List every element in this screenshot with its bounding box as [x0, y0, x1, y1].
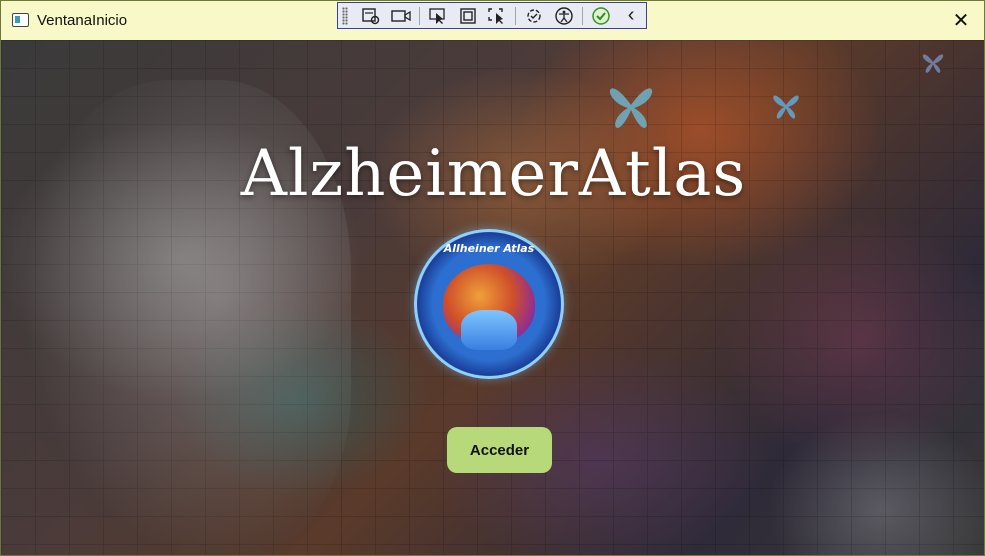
collapse-toolbar-button[interactable]: ‹	[616, 4, 646, 28]
debug-toolbar: ‹	[337, 2, 647, 29]
toolbar-separator	[582, 6, 584, 25]
display-layout-adorners-icon	[459, 7, 476, 24]
close-icon: ✕	[952, 10, 970, 32]
app-logo: Allheiner Atlas	[417, 232, 561, 376]
logo-text: Allheiner Atlas	[443, 242, 535, 255]
accessibility-icon	[555, 6, 573, 25]
hand-icon	[461, 310, 517, 350]
live-visual-tree-icon	[362, 7, 380, 24]
accessibility-button[interactable]	[549, 4, 579, 28]
display-adorners-button[interactable]	[453, 4, 483, 28]
video-record-icon	[391, 9, 411, 22]
video-record-button[interactable]	[386, 4, 416, 28]
window-title: VentanaInicio	[37, 12, 128, 29]
acceder-button[interactable]: Acceder	[447, 427, 552, 473]
butterfly-image	[922, 54, 944, 73]
toolbar-separator	[515, 6, 517, 25]
collapse-chevron-icon: ‹	[627, 4, 635, 26]
app-title: AlzheimerAtlas	[240, 137, 747, 211]
select-element-icon	[429, 7, 445, 24]
binding-failures-icon	[527, 8, 542, 23]
toolbar-separator	[418, 6, 420, 25]
close-button[interactable]: ✕	[938, 1, 984, 40]
butterfly-image	[773, 95, 799, 119]
track-focused-element-icon	[488, 7, 504, 24]
checkmark-icon	[592, 6, 610, 25]
background-artwork: AlzheimerAtlas Allheiner Atlas Acceder	[1, 40, 984, 555]
live-visual-tree-button[interactable]	[356, 4, 386, 28]
checkmark-button[interactable]	[586, 4, 616, 28]
track-focused-button[interactable]	[483, 4, 513, 28]
binding-failures-button[interactable]	[519, 4, 549, 28]
window-app-icon	[12, 13, 29, 27]
app-window: VentanaInicio ✕ ‹ AlzheimerAtlas Allhein…	[0, 0, 985, 556]
toolbar-grip[interactable]	[342, 6, 348, 25]
select-element-button[interactable]	[423, 4, 453, 28]
